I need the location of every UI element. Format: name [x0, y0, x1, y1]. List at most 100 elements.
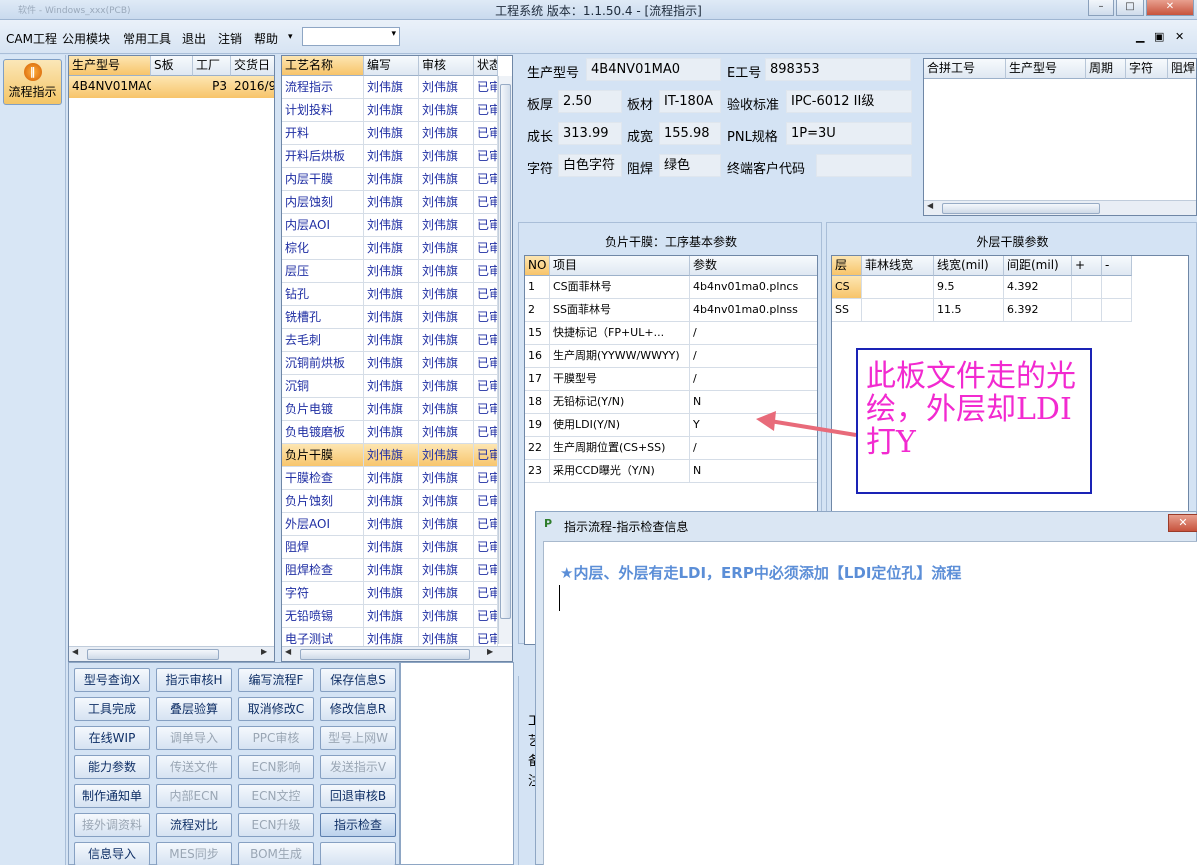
col-header[interactable]: 线宽(mil)	[934, 256, 1004, 276]
table-row[interactable]: 流程指示刘伟旗刘伟旗已审	[282, 76, 498, 99]
merge-hscroll[interactable]: ◀	[924, 200, 1196, 215]
col-header[interactable]: 阻焊	[1168, 59, 1196, 79]
table-row[interactable]: 内层干膜刘伟旗刘伟旗已审	[282, 168, 498, 191]
model-value[interactable]: 4B4NV01MA0	[586, 58, 721, 81]
table-row[interactable]: 阻焊检查刘伟旗刘伟旗已审	[282, 559, 498, 582]
table-row[interactable]: 干膜检查刘伟旗刘伟旗已审	[282, 467, 498, 490]
table-row[interactable]: 内层蚀刻刘伟旗刘伟旗已审	[282, 191, 498, 214]
add-column-button[interactable]: +	[1072, 256, 1102, 276]
table-row[interactable]: 负片电镀刘伟旗刘伟旗已审	[282, 398, 498, 421]
col-header[interactable]: 间距(mil)	[1004, 256, 1072, 276]
flow-compare-button[interactable]: 流程对比	[156, 813, 232, 837]
order-import-button[interactable]: 调单导入	[156, 726, 232, 750]
table-row[interactable]: 15 快捷标记（FP+UL+... /	[525, 322, 817, 345]
width-value[interactable]: 155.98	[659, 122, 721, 145]
col-header[interactable]: 交货日	[231, 56, 274, 76]
table-row[interactable]: 沉铜刘伟旗刘伟旗已审	[282, 375, 498, 398]
transfer-file-button[interactable]: 传送文件	[156, 755, 232, 779]
mdi-close-icon[interactable]: ✕	[1175, 30, 1184, 43]
ppc-review-button[interactable]: PPC审核	[238, 726, 314, 750]
length-value[interactable]: 313.99	[558, 122, 622, 145]
table-row[interactable]: 16 生产周期(YYWW/WWYY) /	[525, 345, 817, 368]
table-row[interactable]: 无铅喷锡刘伟旗刘伟旗已审	[282, 605, 498, 628]
remove-column-button[interactable]: -	[1102, 256, 1132, 276]
edit-info-button[interactable]: 修改信息R	[320, 697, 396, 721]
process-vscroll[interactable]	[498, 76, 512, 644]
ecn-upgrade-button[interactable]: ECN升级	[238, 813, 314, 837]
col-header[interactable]: 周期	[1086, 59, 1126, 79]
flow-instruction-button[interactable]: ‖ 流程指示	[3, 59, 62, 105]
mdi-minimize-icon[interactable]: ▁	[1136, 30, 1144, 43]
info-import-button[interactable]: 信息导入	[74, 842, 150, 865]
menu-exit[interactable]: 退出	[182, 30, 206, 47]
thickness-value[interactable]: 2.50	[558, 90, 622, 113]
table-row[interactable]: 负片干膜刘伟旗刘伟旗已审	[282, 444, 498, 467]
material-value[interactable]: IT-180A	[659, 90, 721, 113]
table-row[interactable]: 棕化刘伟旗刘伟旗已审	[282, 237, 498, 260]
table-row[interactable]: 1 CS面菲林号 4b4nv01ma0.plncs	[525, 276, 817, 299]
table-row[interactable]: CS 9.5 4.392	[832, 276, 1132, 299]
menu-tools[interactable]: 常用工具	[123, 30, 171, 47]
table-row[interactable]: 开料后烘板刘伟旗刘伟旗已审	[282, 145, 498, 168]
table-row[interactable]: 字符刘伟旗刘伟旗已审	[282, 582, 498, 605]
table-row[interactable]: 阻焊刘伟旗刘伟旗已审	[282, 536, 498, 559]
table-row[interactable]: 4B4NV01MA0 P3 2016/9	[69, 76, 274, 98]
table-row[interactable]: 铣槽孔刘伟旗刘伟旗已审	[282, 306, 498, 329]
table-row[interactable]: 外层AOI刘伟旗刘伟旗已审	[282, 513, 498, 536]
character-value[interactable]: 白色字符	[558, 154, 622, 177]
menu-logout[interactable]: 注销	[218, 30, 242, 47]
table-row[interactable]: 负片蚀刻刘伟旗刘伟旗已审	[282, 490, 498, 513]
ecn-control-button[interactable]: ECN文控	[238, 784, 314, 808]
menu-combo[interactable]: ▾	[302, 27, 400, 46]
col-header[interactable]: 参数	[690, 256, 817, 276]
col-header[interactable]: S板	[151, 56, 193, 76]
col-header[interactable]: 生产型号	[1006, 59, 1086, 79]
online-wip-button[interactable]: 在线WIP	[74, 726, 150, 750]
tool-complete-button[interactable]: 工具完成	[74, 697, 150, 721]
pnl-value[interactable]: 1P=3U	[786, 122, 912, 145]
bom-generate-button[interactable]: BOM生成	[238, 842, 314, 865]
table-row[interactable]: SS 11.5 6.392	[832, 299, 1132, 322]
make-notice-button[interactable]: 制作通知单	[74, 784, 150, 808]
customer-code-value[interactable]	[816, 154, 912, 177]
stack-verify-button[interactable]: 叠层验算	[156, 697, 232, 721]
table-row[interactable]: 去毛刺刘伟旗刘伟旗已审	[282, 329, 498, 352]
external-data-button[interactable]: 接外调资料	[74, 813, 150, 837]
menu-common-module[interactable]: 公用模块	[62, 30, 110, 47]
rollback-review-button[interactable]: 回退审核B	[320, 784, 396, 808]
e-no-value[interactable]: 898353	[765, 58, 911, 81]
mdi-restore-icon[interactable]: ▣	[1154, 30, 1164, 43]
model-query-button[interactable]: 型号查询X	[74, 668, 150, 692]
process-hscroll[interactable]: ◀ ▶	[282, 646, 512, 661]
cancel-edit-button[interactable]: 取消修改C	[238, 697, 314, 721]
send-instruction-button[interactable]: 发送指示V	[320, 755, 396, 779]
table-row[interactable]: 2 SS面菲林号 4b4nv01ma0.plnss	[525, 299, 817, 322]
col-header[interactable]: 菲林线宽	[862, 256, 934, 276]
table-row[interactable]: 钻孔刘伟旗刘伟旗已审	[282, 283, 498, 306]
save-info-button[interactable]: 保存信息S	[320, 668, 396, 692]
col-header[interactable]: 合拼工号	[924, 59, 1006, 79]
menu-help[interactable]: 帮助	[254, 30, 278, 47]
col-header[interactable]: 字符	[1126, 59, 1168, 79]
table-row[interactable]: 沉铜前烘板刘伟旗刘伟旗已审	[282, 352, 498, 375]
col-header[interactable]: 状态	[474, 56, 498, 76]
edit-flow-button[interactable]: 编写流程F	[238, 668, 314, 692]
table-row[interactable]: 开料刘伟旗刘伟旗已审	[282, 122, 498, 145]
internal-ecn-button[interactable]: 内部ECN	[156, 784, 232, 808]
col-header[interactable]: 工厂	[193, 56, 231, 76]
table-row[interactable]: 计划投料刘伟旗刘伟旗已审	[282, 99, 498, 122]
col-header[interactable]: 工艺名称	[282, 56, 364, 76]
ecn-impact-button[interactable]: ECN影响	[238, 755, 314, 779]
dialog-close-button[interactable]: ✕	[1168, 514, 1197, 532]
dialog-text-area[interactable]: ★内层、外层有走LDI，ERP中必须添加【LDI定位孔】流程	[543, 541, 1197, 865]
col-header[interactable]: NO	[525, 256, 550, 276]
capability-button[interactable]: 能力参数	[74, 755, 150, 779]
table-row[interactable]: 负电镀磨板刘伟旗刘伟旗已审	[282, 421, 498, 444]
chevron-down-icon[interactable]: ▾	[288, 32, 293, 42]
maximize-button[interactable]: □	[1116, 0, 1144, 16]
soldermask-value[interactable]: 绿色	[659, 154, 721, 177]
minimize-button[interactable]: –	[1088, 0, 1114, 16]
table-row[interactable]: 23 采用CCD曝光（Y/N) N	[525, 460, 817, 483]
blank-button[interactable]	[320, 842, 396, 865]
model-hscroll[interactable]: ◀ ▶	[69, 646, 274, 661]
